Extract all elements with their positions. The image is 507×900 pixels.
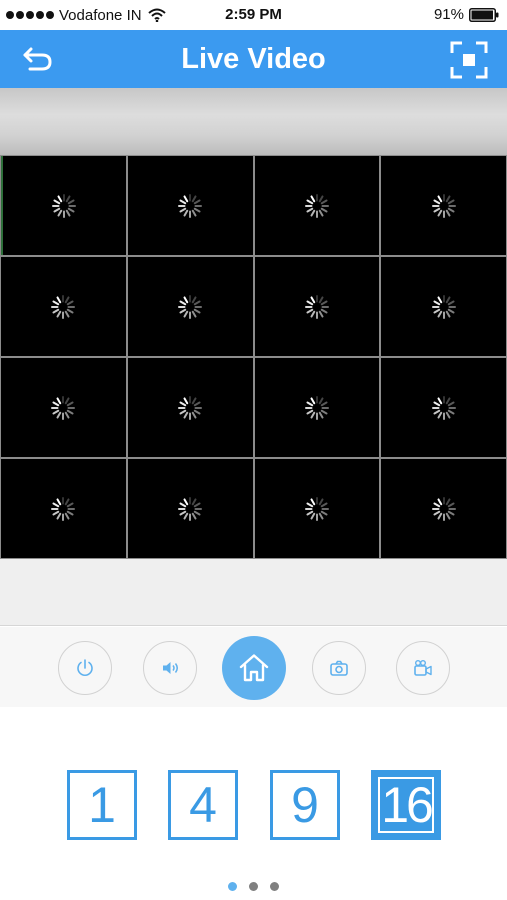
loading-spinner-icon (51, 294, 76, 319)
page-title: Live Video (181, 43, 326, 75)
page-dot[interactable] (249, 882, 258, 891)
layout-selector: 1 4 9 16 (0, 770, 507, 840)
loading-spinner-icon (52, 193, 77, 218)
video-cell[interactable] (381, 358, 506, 457)
video-cell[interactable] (381, 257, 506, 356)
video-cell[interactable] (1, 358, 126, 457)
loading-spinner-icon (304, 496, 329, 521)
page-dot[interactable] (228, 882, 237, 891)
video-cell[interactable] (381, 156, 506, 255)
layout-9-label: 9 (291, 777, 319, 833)
video-cell[interactable] (254, 257, 380, 356)
status-right: 91% (434, 6, 499, 23)
loading-spinner-icon (431, 496, 456, 521)
speaker-icon (163, 662, 178, 674)
video-grid (0, 155, 507, 559)
control-bar (0, 627, 507, 707)
power-button[interactable] (58, 641, 112, 695)
layout-9-button[interactable]: 9 (270, 770, 340, 840)
video-cell[interactable] (254, 459, 380, 558)
page-indicator (0, 882, 507, 891)
nav-bar: Live Video (0, 30, 507, 88)
status-bar: Vodafone IN 2:59 PM 91% (0, 0, 507, 30)
loading-spinner-icon (178, 294, 203, 319)
loading-spinner-icon (431, 193, 456, 218)
fullscreen-button[interactable] (449, 40, 489, 80)
video-header-band (0, 88, 507, 155)
loading-spinner-icon (304, 294, 329, 319)
loading-spinner-icon (304, 395, 329, 420)
fullscreen-icon (450, 41, 488, 79)
layout-16-button[interactable]: 16 (371, 770, 441, 840)
video-cell[interactable] (127, 358, 253, 457)
loading-spinner-icon (178, 395, 203, 420)
layout-16-frame: 16 (378, 777, 434, 833)
loading-spinner-icon (51, 395, 76, 420)
camera-icon (330, 660, 348, 676)
video-cell[interactable] (127, 459, 253, 558)
audio-button[interactable] (143, 641, 197, 695)
video-cell[interactable] (381, 459, 506, 558)
battery-icon (469, 7, 499, 22)
battery-percent: 91% (433, 6, 464, 23)
video-cell[interactable] (1, 156, 126, 255)
loading-spinner-icon (431, 395, 456, 420)
loading-spinner-icon (431, 294, 456, 319)
carrier-name: Vodafone IN (59, 6, 142, 24)
loading-spinner-icon (304, 193, 329, 218)
video-cell[interactable] (127, 257, 253, 356)
loading-spinner-icon (178, 496, 203, 521)
back-arrow-icon (23, 47, 52, 71)
record-button[interactable] (396, 641, 450, 695)
layout-4-button[interactable]: 4 (168, 770, 238, 840)
back-button[interactable] (18, 43, 58, 75)
power-icon (77, 659, 93, 676)
grid-footer (0, 559, 507, 626)
home-icon (239, 654, 269, 682)
video-cell[interactable] (1, 459, 126, 558)
video-camera-icon (414, 660, 432, 676)
wifi-icon (147, 8, 166, 22)
layout-16-label: 16 (381, 777, 434, 833)
video-cell[interactable] (254, 156, 380, 255)
layout-4-label: 4 (189, 777, 217, 833)
loading-spinner-icon (178, 193, 203, 218)
page-dot[interactable] (270, 882, 279, 891)
video-cell[interactable] (254, 358, 380, 457)
home-button[interactable] (222, 636, 286, 700)
signal-dots-icon (6, 11, 54, 19)
video-cell[interactable] (1, 257, 126, 356)
status-left: Vodafone IN (6, 6, 166, 24)
snapshot-button[interactable] (312, 641, 366, 695)
layout-1-button[interactable]: 1 (67, 770, 137, 840)
video-cell[interactable] (127, 156, 253, 255)
layout-1-label: 1 (88, 777, 116, 833)
loading-spinner-icon (51, 496, 76, 521)
